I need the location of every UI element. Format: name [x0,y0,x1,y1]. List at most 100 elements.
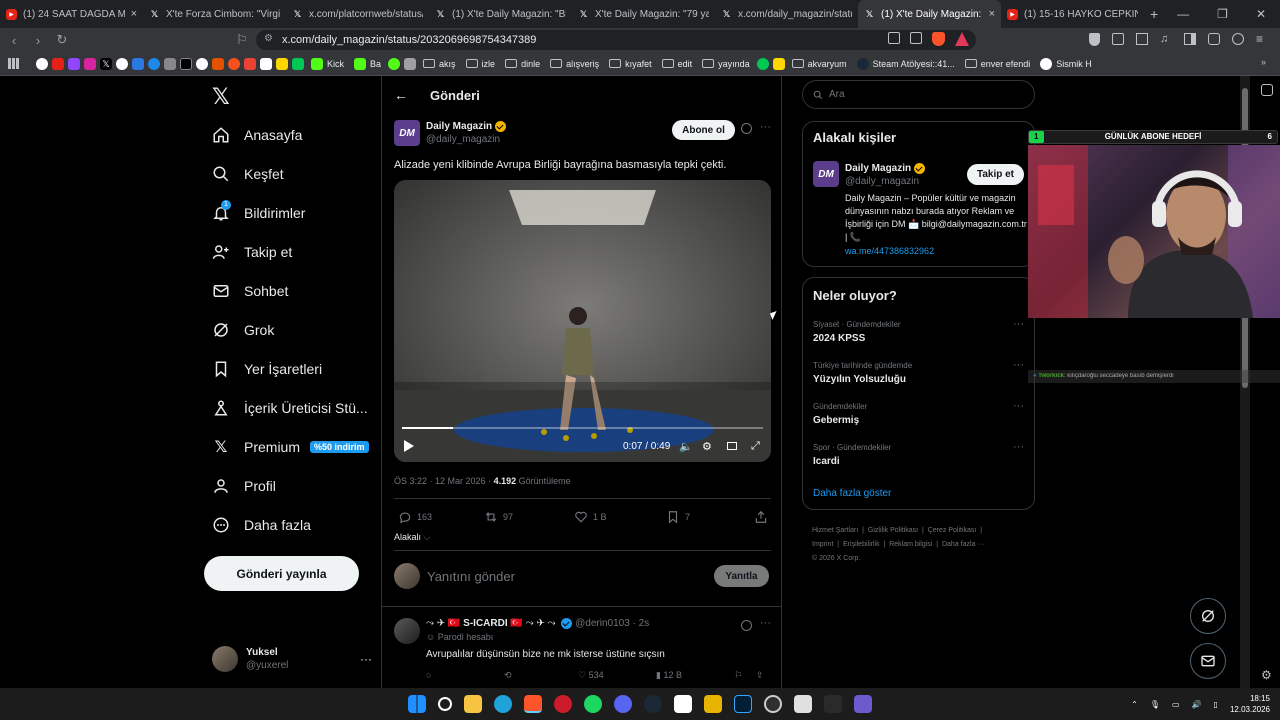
bookmark-folder[interactable]: enver efendi [962,59,1034,69]
messages-float-button[interactable] [1190,643,1226,679]
youtube-icon[interactable] [52,57,64,70]
reading-list-icon[interactable] [1136,33,1148,45]
trend-item[interactable]: Spor · Gündemdekiler Icardi [813,443,891,467]
grok-float-button[interactable] [1190,598,1226,634]
related-user-info[interactable]: Daily Magazin @daily_magazin [845,162,926,188]
more-dots-icon[interactable]: ··· [1013,318,1024,330]
new-tab-icon[interactable]: + [1144,6,1164,22]
volume-icon[interactable]: 🔈 [679,440,693,453]
network-icon[interactable]: ▭ [1172,700,1180,709]
footer-link[interactable]: Çerez Politikası [928,527,977,534]
bookmark-folder[interactable]: yayında [699,59,753,69]
url-field[interactable]: ⚙ x.com/daily_magazin/status/20320696987… [256,30,976,50]
browser-tab[interactable]: 𝕏 (1) X'te Daily Magazin: "Bir içer [429,0,572,28]
more-dots-icon[interactable]: ··· [1013,359,1024,371]
repost-icon[interactable]: ⟲ [504,670,512,681]
file-explorer-icon[interactable] [464,695,482,713]
bookmark-app-icon[interactable] [148,57,160,70]
bookmark-app-icon[interactable] [388,57,401,70]
install-icon[interactable] [888,32,900,44]
opera-icon[interactable] [554,695,572,713]
views-action[interactable]: ▮ 12 B [656,670,682,681]
reply-button[interactable]: Yanıtla [714,565,769,587]
nav-explore[interactable]: Keşfet [212,165,284,183]
bookmark-app-icon[interactable] [772,57,785,70]
app-icon[interactable] [854,695,872,713]
bookmark-folder[interactable]: akvaryum [789,59,850,69]
github-icon[interactable] [116,57,128,70]
sidebar-icon[interactable] [1184,33,1196,45]
wallet-icon[interactable] [1208,33,1220,45]
steam-icon[interactable] [644,695,662,713]
reply-action[interactable]: 163 [398,510,432,524]
more-bookmarks-icon[interactable]: » [1261,57,1266,67]
more-dots-icon[interactable]: ··· [760,617,771,629]
puzzle-icon[interactable] [1112,33,1124,45]
grok-icon[interactable] [741,620,752,631]
chevron-up-icon[interactable]: ⌃ [1131,700,1138,709]
discord-icon[interactable] [614,695,632,713]
search-icon[interactable] [438,697,452,711]
trend-item[interactable]: Gündemdekiler Gebermiş [813,402,867,426]
nav-more[interactable]: Daha fazla [212,516,311,534]
settings-icon[interactable]: ⚙ [702,440,712,453]
search-input[interactable]: Ara [802,80,1035,109]
bookmark-app-icon[interactable] [180,57,192,70]
menu-icon[interactable]: ≡ [1256,33,1268,45]
close-icon[interactable]: × [989,8,995,20]
nav-profile[interactable]: Profil [212,477,276,495]
google-icon[interactable] [36,57,48,70]
bookmark-app-icon[interactable] [132,57,144,70]
like-action[interactable]: ♡ 534 [578,670,604,681]
browser-tab[interactable]: 𝕏 X'te Daily Magazin: "79 yaşında [572,0,715,28]
close-icon[interactable]: × [131,8,137,20]
browser-tab-active[interactable]: 𝕏 (1) X'te Daily Magazin: "Ali × [858,0,1001,28]
bookmark-app-icon[interactable] [228,57,240,70]
forward-icon[interactable]: › [26,33,50,48]
nav-follow[interactable]: Takip et [212,243,292,261]
footer-link[interactable]: Gizlilik Politikası [868,527,918,534]
bookmark-sismik[interactable]: Sismik H [1037,57,1095,70]
nav-notifications[interactable]: 1 Bildirimler [212,200,305,222]
brave-rewards-icon[interactable] [955,32,969,46]
obs-icon[interactable] [764,695,782,713]
grok-icon[interactable] [741,123,752,134]
capcut-icon[interactable] [674,695,692,713]
brave-icon[interactable] [524,695,542,713]
spotify-icon[interactable] [584,695,602,713]
reply-avatar[interactable] [394,618,420,644]
apps-grid-icon[interactable] [8,58,19,69]
edge-icon[interactable] [494,695,512,713]
follow-button[interactable]: Takip et [967,164,1024,185]
bookmark-app-icon[interactable] [212,57,224,70]
video-progress-track[interactable] [402,427,763,429]
author-info[interactable]: Daily Magazin @daily_magazin [426,120,507,146]
twitch-icon[interactable] [68,57,80,70]
nav-messages[interactable]: Sohbet [212,282,288,300]
bookmark-folder[interactable]: alışveriş [547,59,602,69]
vpn-icon[interactable] [1089,33,1100,46]
x-icon[interactable]: 𝕏 [100,57,112,70]
leo-sidebar-icon[interactable] [1261,84,1273,96]
bookmark-page-icon[interactable]: ⚐ [230,32,254,48]
share-action[interactable] [754,510,768,524]
nav-premium[interactable]: 𝕏 Premium %50 indirim [212,438,369,456]
footer-link[interactable]: Imprint [812,541,833,548]
bookmark-steam[interactable]: Steam Atölyesi::41... [854,57,958,70]
reply-icon[interactable]: ○ [426,670,431,680]
related-user-link[interactable]: wa.me/447386832962 [845,246,934,256]
browser-tab[interactable]: ▶ (1) 24 SAAT DAĞDA MAHSUR K × [0,0,143,28]
browser-tab[interactable]: 𝕏x.com/daily_magazin/status/20 [715,0,858,28]
clock[interactable]: 18:15 12.03.2026 [1230,693,1270,715]
bookmark-icon[interactable]: ⚐ [734,670,742,681]
instagram-icon[interactable] [84,57,96,70]
repost-action[interactable]: 97 [484,510,513,524]
bookmark-kick[interactable]: Kick [308,57,347,70]
account-switcher[interactable]: Yuksel @yuxerel ··· [212,644,372,674]
author-avatar[interactable]: DM [394,120,420,146]
related-user-avatar[interactable]: DM [813,161,839,187]
app-icon[interactable] [704,695,722,713]
bookmark-folder[interactable]: kıyafet [606,59,655,69]
nav-creator-studio[interactable]: İçerik Üreticisi Stü... [212,399,368,417]
bookmark-app-icon[interactable] [164,57,176,70]
